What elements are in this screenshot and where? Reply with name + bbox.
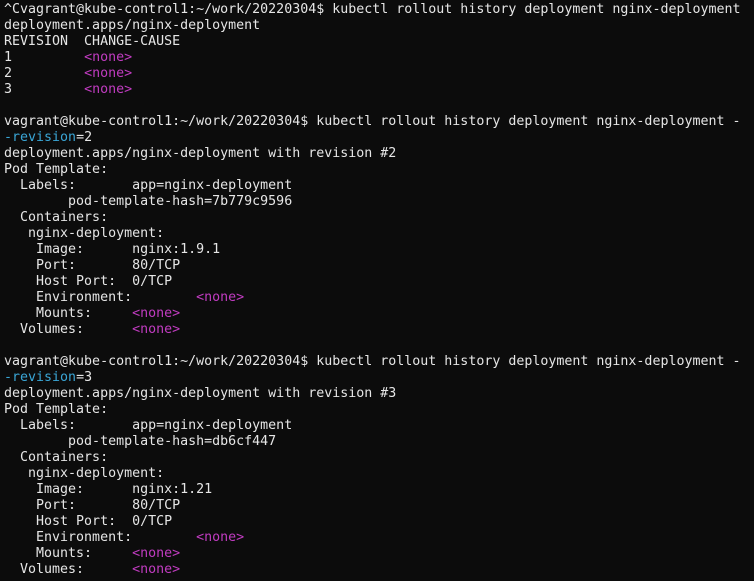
terminal-line: Environment: <none> bbox=[4, 290, 754, 306]
none-value: <none> bbox=[132, 546, 181, 561]
terminal-text: nginx-deployment: bbox=[4, 226, 165, 241]
terminal-line: REVISION CHANGE-CAUSE bbox=[4, 34, 754, 50]
terminal-line: Port: 80/TCP bbox=[4, 498, 754, 514]
terminal-text: deployment.apps/nginx-deployment bbox=[4, 18, 261, 33]
terminal-text: pod-template-hash=db6cf447 bbox=[4, 434, 277, 449]
none-value: <none> bbox=[84, 66, 133, 81]
terminal-line: deployment.apps/nginx-deployment with re… bbox=[4, 146, 754, 162]
terminal-text: vagrant@kube-control1:~/work/20220304$ k… bbox=[4, 354, 741, 369]
none-value: <none> bbox=[84, 50, 133, 65]
terminal-text: Mounts: bbox=[4, 546, 133, 561]
terminal-line: Host Port: 0/TCP bbox=[4, 514, 754, 530]
terminal-line: nginx-deployment: bbox=[4, 226, 754, 242]
terminal-text: Labels: app=nginx-deployment bbox=[4, 178, 293, 193]
terminal-text: Image: nginx:1.21 bbox=[4, 482, 213, 497]
terminal-line: Port: 80/TCP bbox=[4, 258, 754, 274]
terminal-line: Volumes: <none> bbox=[4, 322, 754, 338]
terminal-line: Image: nginx:1.21 bbox=[4, 482, 754, 498]
terminal-text: Port: 80/TCP bbox=[4, 498, 181, 513]
terminal-line: pod-template-hash=7b779c9596 bbox=[4, 194, 754, 210]
terminal-text: Environment: bbox=[4, 530, 197, 545]
terminal-line: Environment: <none> bbox=[4, 530, 754, 546]
terminal-line: nginx-deployment: bbox=[4, 466, 754, 482]
terminal-text: deployment.apps/nginx-deployment with re… bbox=[4, 146, 397, 161]
terminal-text: Containers: bbox=[4, 210, 109, 225]
none-value: <none> bbox=[132, 562, 181, 577]
terminal-text: Port: 80/TCP bbox=[4, 258, 181, 273]
terminal-line: 2 <none> bbox=[4, 66, 754, 82]
terminal-text: Labels: app=nginx-deployment bbox=[4, 418, 293, 433]
terminal-line: -revision=3 bbox=[4, 370, 754, 386]
none-value: <none> bbox=[84, 82, 133, 97]
terminal-text: 2 bbox=[4, 66, 85, 81]
option-flag: -revision bbox=[4, 130, 77, 145]
terminal-line: Labels: app=nginx-deployment bbox=[4, 178, 754, 194]
terminal-line: ^Cvagrant@kube-control1:~/work/20220304$… bbox=[4, 2, 754, 18]
terminal-line: Mounts: <none> bbox=[4, 306, 754, 322]
terminal-text: ^Cvagrant@kube-control1:~/work/20220304$… bbox=[4, 2, 741, 17]
terminal-text: 1 bbox=[4, 50, 85, 65]
terminal-line: Host Port: 0/TCP bbox=[4, 274, 754, 290]
terminal-text: Image: nginx:1.9.1 bbox=[4, 242, 221, 257]
terminal-line: deployment.apps/nginx-deployment with re… bbox=[4, 386, 754, 402]
terminal-text: =2 bbox=[76, 130, 93, 145]
terminal-text: Mounts: bbox=[4, 306, 133, 321]
terminal-line: Containers: bbox=[4, 210, 754, 226]
terminal-text: 3 bbox=[4, 82, 85, 97]
none-value: <none> bbox=[132, 306, 181, 321]
terminal-text: pod-template-hash=7b779c9596 bbox=[4, 194, 293, 209]
terminal-line: vagrant@kube-control1:~/work/20220304$ k… bbox=[4, 114, 754, 130]
none-value: <none> bbox=[196, 290, 245, 305]
terminal-text: deployment.apps/nginx-deployment with re… bbox=[4, 386, 397, 401]
terminal-text: Volumes: bbox=[4, 322, 133, 337]
terminal-text: Host Port: 0/TCP bbox=[4, 274, 173, 289]
terminal-text: Pod Template: bbox=[4, 402, 109, 417]
terminal-line: vagrant@kube-control1:~/work/20220304$ k… bbox=[4, 354, 754, 370]
terminal-text: Environment: bbox=[4, 290, 197, 305]
terminal-line: Mounts: <none> bbox=[4, 546, 754, 562]
terminal-line: Pod Template: bbox=[4, 402, 754, 418]
terminal-line: pod-template-hash=db6cf447 bbox=[4, 434, 754, 450]
terminal-line: Containers: bbox=[4, 450, 754, 466]
terminal-line: 3 <none> bbox=[4, 82, 754, 98]
option-flag: -revision bbox=[4, 370, 77, 385]
terminal-line: Volumes: <none> bbox=[4, 562, 754, 578]
terminal-text: Pod Template: bbox=[4, 162, 109, 177]
none-value: <none> bbox=[196, 530, 245, 545]
terminal-line: Labels: app=nginx-deployment bbox=[4, 418, 754, 434]
terminal-text: nginx-deployment: bbox=[4, 466, 165, 481]
terminal-text: Volumes: bbox=[4, 562, 133, 577]
terminal-line: 1 <none> bbox=[4, 50, 754, 66]
terminal-line: -revision=2 bbox=[4, 130, 754, 146]
terminal-text: =3 bbox=[76, 370, 93, 385]
terminal-line: Pod Template: bbox=[4, 162, 754, 178]
terminal-text: vagrant@kube-control1:~/work/20220304$ k… bbox=[4, 114, 741, 129]
terminal-text: REVISION CHANGE-CAUSE bbox=[4, 34, 181, 49]
terminal-output[interactable]: ^Cvagrant@kube-control1:~/work/20220304$… bbox=[0, 0, 754, 581]
terminal-text: Containers: bbox=[4, 450, 109, 465]
terminal-line: Image: nginx:1.9.1 bbox=[4, 242, 754, 258]
terminal-text: Host Port: 0/TCP bbox=[4, 514, 173, 529]
terminal-line: deployment.apps/nginx-deployment bbox=[4, 18, 754, 34]
none-value: <none> bbox=[132, 322, 181, 337]
